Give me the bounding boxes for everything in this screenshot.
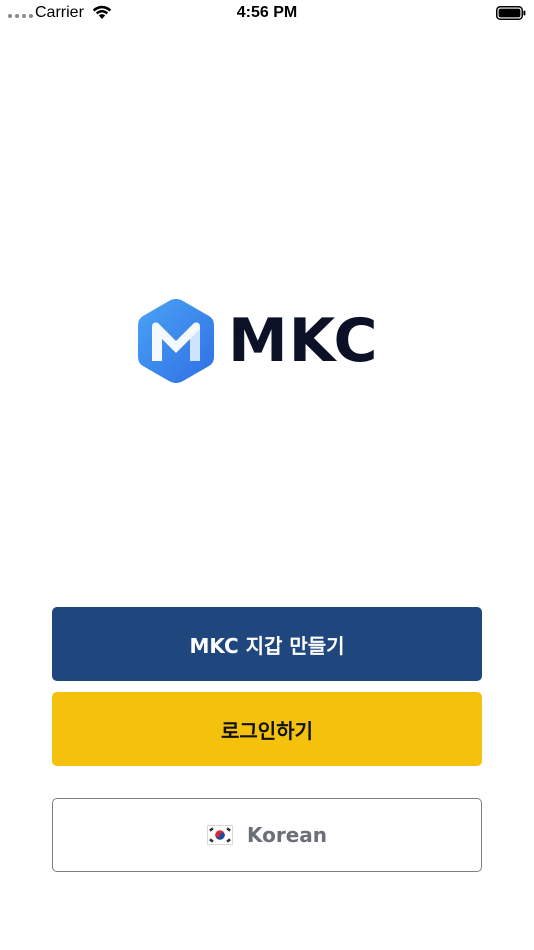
language-label: Korean xyxy=(246,823,328,847)
status-bar: Carrier 4:56 PM xyxy=(0,0,534,26)
login-label: 로그인하기 xyxy=(221,718,313,743)
language-select-button[interactable]: Korean xyxy=(52,798,482,872)
mkc-logo: MKC xyxy=(136,296,398,386)
login-button[interactable]: 로그인하기 xyxy=(52,692,482,766)
mkc-hexagon-logo-icon xyxy=(138,299,214,383)
app-screen: Carrier 4:56 PM MKC MKC 지갑 만들기 로그인하기 Kor… xyxy=(0,0,534,950)
mkc-wordmark: MKC xyxy=(228,306,379,376)
korea-flag-icon xyxy=(206,825,233,845)
create-wallet-button[interactable]: MKC 지갑 만들기 xyxy=(52,607,482,681)
status-time: 4:56 PM xyxy=(236,4,298,21)
create-wallet-label: MKC 지갑 만들기 xyxy=(189,633,345,658)
battery-icon xyxy=(496,6,526,20)
